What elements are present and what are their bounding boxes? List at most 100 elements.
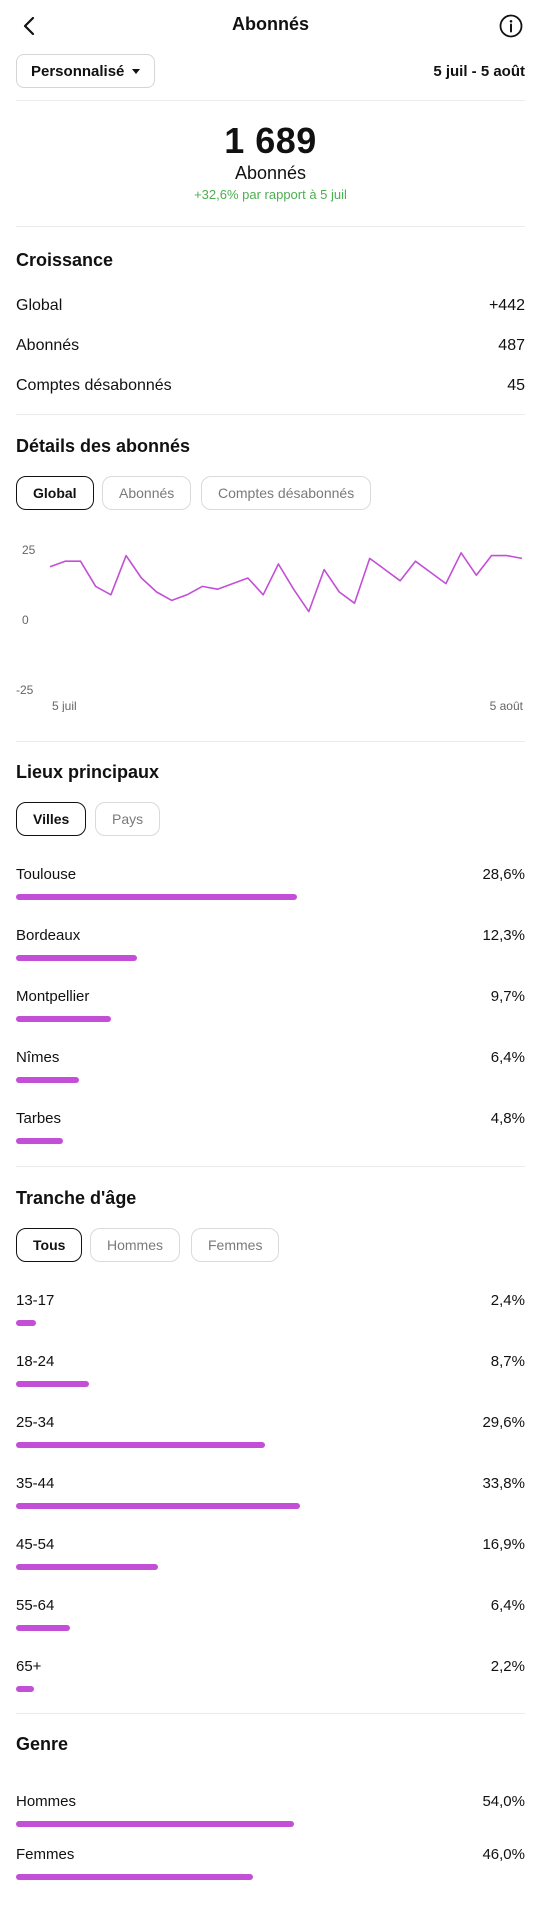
age-row-bar <box>16 1320 36 1326</box>
line-chart-svg: 25 0 -25 5 juil 5 août <box>16 543 524 713</box>
y-tick-label: -25 <box>16 683 34 697</box>
x-tick-label-end: 5 août <box>490 699 524 712</box>
age-row: 25-34 29,6% <box>16 1414 525 1458</box>
divider <box>16 1166 525 1167</box>
gender-row: Femmes 46,0% <box>16 1846 525 1890</box>
age-row-label: 45-54 <box>16 1536 55 1553</box>
growth-row-global: Global +442 <box>16 297 525 315</box>
age-row-value: 2,4% <box>490 1292 525 1309</box>
followers-change: +32,6% par rapport à 5 juil <box>194 187 347 202</box>
age-row: 35-44 33,8% <box>16 1475 525 1519</box>
gender-row: Hommes 54,0% <box>16 1793 525 1837</box>
location-row-label: Toulouse <box>16 866 77 883</box>
gender-row-label: Hommes <box>16 1793 77 1810</box>
age-row-value: 8,7% <box>490 1353 525 1370</box>
followers-count-label: Abonnés <box>234 163 307 183</box>
details-tabs: Global Abonnés Comptes désabonnés <box>16 476 525 510</box>
gender-title: Genre <box>16 1734 69 1754</box>
location-row-bar <box>16 1077 79 1083</box>
growth-row-value: 487 <box>498 337 525 354</box>
age-row-label: 55-64 <box>16 1597 55 1614</box>
location-row-bar <box>16 955 137 961</box>
tab-followers[interactable]: Abonnés <box>102 476 192 510</box>
location-row-bar <box>16 1138 63 1144</box>
location-row-label: Bordeaux <box>16 927 81 944</box>
location-row: Toulouse 28,6% <box>16 866 525 910</box>
y-tick-label: 25 <box>22 543 36 557</box>
followers-line-chart: 25 0 -25 5 juil 5 août <box>16 532 525 713</box>
tab-cities[interactable]: Villes <box>16 802 87 836</box>
tab-countries[interactable]: Pays <box>95 802 161 836</box>
age-row-bar <box>16 1564 158 1570</box>
age-row-value: 6,4% <box>490 1597 525 1614</box>
y-tick-label: 0 <box>22 613 29 627</box>
age-row: 65+ 2,2% <box>16 1658 525 1702</box>
location-row: Montpellier 9,7% <box>16 988 525 1032</box>
age-row-bar <box>16 1381 89 1387</box>
tab-global[interactable]: Global <box>16 476 94 510</box>
growth-title: Croissance <box>16 250 114 270</box>
location-row-value: 6,4% <box>490 1049 525 1066</box>
gender-row-label: Femmes <box>16 1846 75 1863</box>
age-tabs: Tous Hommes Femmes <box>16 1228 525 1262</box>
age-row-label: 18-24 <box>16 1353 55 1370</box>
location-row: Tarbes 4,8% <box>16 1110 525 1154</box>
location-row-bar <box>16 1016 111 1022</box>
gender-row-value: 54,0% <box>482 1793 525 1810</box>
divider <box>16 226 525 227</box>
location-row-value: 28,6% <box>482 866 525 883</box>
age-title: Tranche d'âge <box>16 1188 137 1208</box>
age-row-label: 65+ <box>16 1658 42 1675</box>
series-line <box>49 551 523 613</box>
location-row: Nîmes 6,4% <box>16 1049 525 1093</box>
tab-all[interactable]: Tous <box>16 1228 83 1262</box>
location-row-value: 9,7% <box>490 988 525 1005</box>
location-row-value: 12,3% <box>482 927 525 944</box>
divider <box>16 100 525 101</box>
x-tick-label-start: 5 juil <box>52 699 77 712</box>
location-row-label: Nîmes <box>16 1049 60 1066</box>
growth-row-value: +442 <box>488 297 525 314</box>
page-title: Abonnés <box>231 14 309 34</box>
top-bar: Abonnés <box>0 0 541 52</box>
tab-women[interactable]: Femmes <box>191 1228 280 1262</box>
followers-insights-page: Abonnés Personnalisé 5 juil - 5 août 1 6… <box>0 0 541 1907</box>
growth-row-unfollows: Comptes désabonnés 45 <box>16 377 525 395</box>
growth-row-label: Abonnés <box>16 337 80 354</box>
growth-row-followers: Abonnés 487 <box>16 337 525 355</box>
gender-row-bar <box>16 1874 253 1880</box>
age-row: 13-17 2,4% <box>16 1292 525 1336</box>
followers-count: 1 689 <box>224 120 317 161</box>
details-title: Détails des abonnés <box>16 436 191 456</box>
period-dropdown[interactable]: Personnalisé <box>16 54 156 88</box>
location-row-value: 4,8% <box>490 1110 525 1127</box>
age-row-bar <box>16 1503 300 1509</box>
growth-row-label: Global <box>16 297 63 314</box>
divider <box>16 741 525 742</box>
location-row-label: Montpellier <box>16 988 90 1005</box>
caret-down-icon <box>132 68 141 74</box>
location-row-bar <box>16 894 297 900</box>
age-row-value: 33,8% <box>482 1475 525 1492</box>
gender-row-value: 46,0% <box>482 1846 525 1863</box>
locations-title: Lieux principaux <box>16 762 160 782</box>
divider <box>16 1713 525 1714</box>
age-row: 18-24 8,7% <box>16 1353 525 1397</box>
age-row-value: 16,9% <box>482 1536 525 1553</box>
tab-unfollows[interactable]: Comptes désabonnés <box>201 476 372 510</box>
locations-tabs: Villes Pays <box>16 802 525 836</box>
tab-men[interactable]: Hommes <box>90 1228 181 1262</box>
period-dropdown-label: Personnalisé <box>31 62 125 80</box>
age-row-label: 35-44 <box>16 1475 55 1492</box>
info-icon[interactable] <box>498 13 524 39</box>
age-row: 45-54 16,9% <box>16 1536 525 1580</box>
age-row-label: 25-34 <box>16 1414 55 1431</box>
divider <box>16 414 525 415</box>
age-row-value: 29,6% <box>482 1414 525 1431</box>
date-range: 5 juil - 5 août <box>433 63 525 80</box>
age-row-label: 13-17 <box>16 1292 55 1309</box>
age-row-value: 2,2% <box>490 1658 525 1675</box>
age-row-bar <box>16 1686 34 1692</box>
gender-row-bar <box>16 1821 294 1827</box>
location-row: Bordeaux 12,3% <box>16 927 525 971</box>
